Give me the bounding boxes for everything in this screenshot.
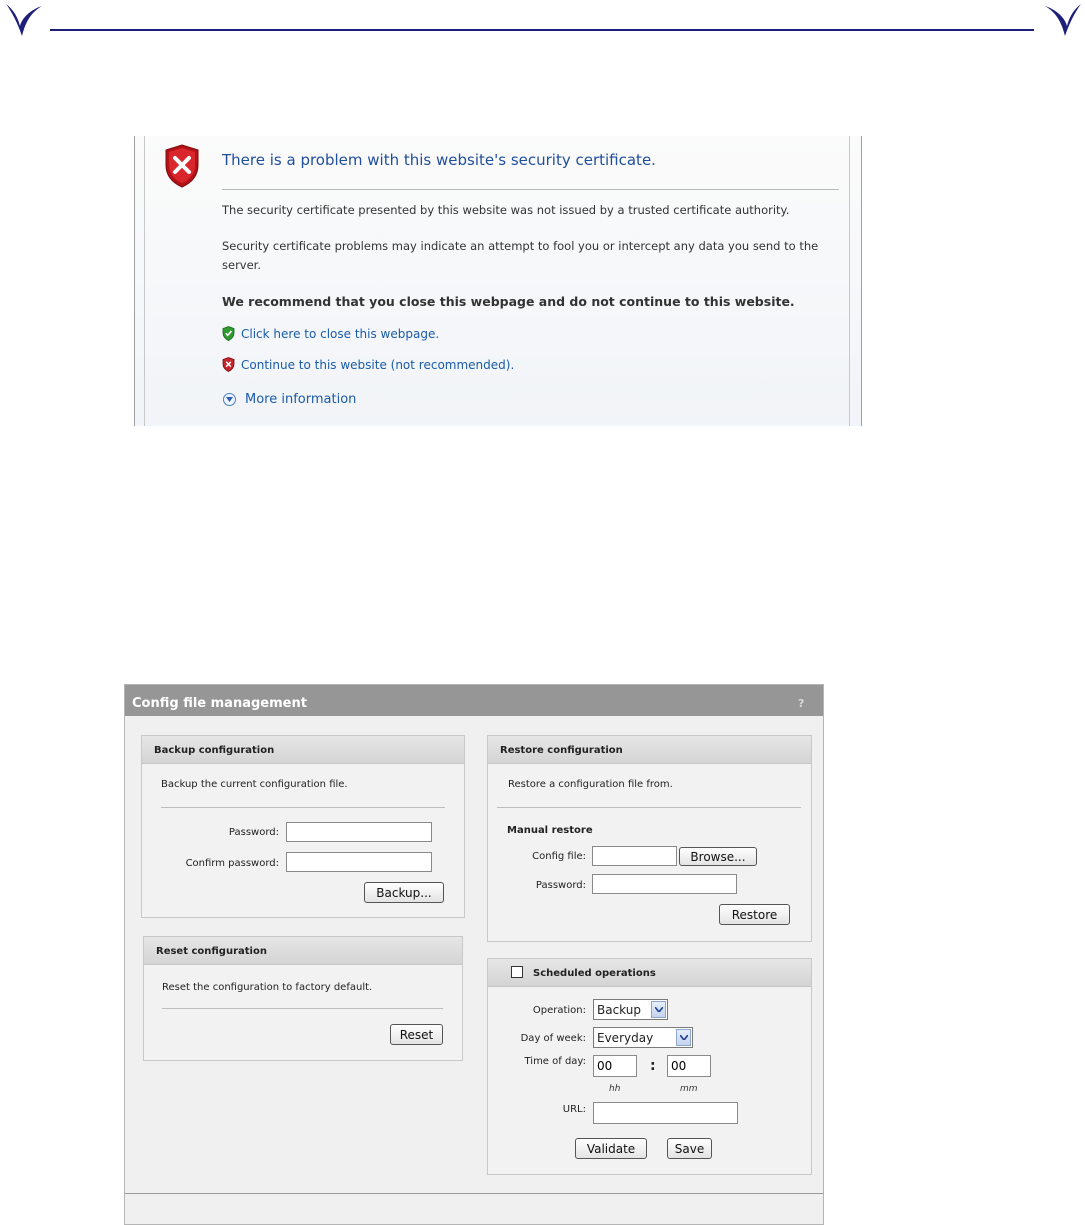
reset-title: Reset configuration bbox=[156, 946, 267, 957]
red-shield-icon bbox=[222, 357, 235, 372]
restore-configuration-panel: Restore configuration Restore a configur… bbox=[487, 735, 812, 942]
panel-header: Backup configuration bbox=[142, 736, 464, 764]
time-of-day-label: Time of day: bbox=[524, 1056, 586, 1067]
panel-header: Scheduled operations bbox=[488, 959, 811, 987]
error-title: There is a problem with this website's s… bbox=[222, 151, 656, 169]
help-button[interactable]: ? bbox=[798, 697, 804, 710]
confirm-password-label: Confirm password: bbox=[185, 858, 279, 869]
validate-button[interactable]: Validate bbox=[575, 1138, 647, 1159]
day-of-week-select[interactable]: Everyday bbox=[593, 1027, 693, 1048]
chevron-down-icon bbox=[676, 1029, 691, 1046]
reset-description: Reset the configuration to factory defau… bbox=[162, 982, 373, 993]
save-button[interactable]: Save bbox=[667, 1138, 712, 1159]
reset-button[interactable]: Reset bbox=[390, 1024, 443, 1045]
bird-logo-icon bbox=[1045, 4, 1081, 36]
day-of-week-label: Day of week: bbox=[520, 1033, 586, 1044]
green-shield-icon bbox=[222, 326, 235, 341]
operation-label: Operation: bbox=[532, 1005, 586, 1016]
minute-hint: mm bbox=[680, 1084, 698, 1094]
continue-website-link-text[interactable]: Continue to this website (not recommende… bbox=[241, 358, 514, 372]
divider bbox=[162, 1008, 443, 1009]
panel-header: Reset configuration bbox=[144, 937, 462, 965]
error-description: The security certificate presented by th… bbox=[222, 203, 790, 217]
footer-divider bbox=[125, 1193, 823, 1194]
reset-configuration-panel: Reset configuration Reset the configurat… bbox=[143, 936, 463, 1061]
chevron-down-icon bbox=[651, 1001, 666, 1018]
chevron-down-icon bbox=[223, 393, 236, 406]
backup-configuration-panel: Backup configuration Backup the current … bbox=[141, 735, 465, 918]
restore-button[interactable]: Restore bbox=[719, 904, 790, 925]
browse-button[interactable]: Browse... bbox=[679, 847, 757, 866]
backup-confirm-password-input[interactable] bbox=[286, 852, 432, 872]
scheduled-operations-checkbox[interactable] bbox=[511, 966, 523, 978]
backup-password-input[interactable] bbox=[286, 822, 432, 842]
config-file-input[interactable] bbox=[592, 846, 677, 866]
operation-value: Backup bbox=[597, 1002, 641, 1017]
panel-header: Config file management ? bbox=[125, 685, 823, 716]
hour-hint: hh bbox=[609, 1084, 621, 1094]
backup-button[interactable]: Backup... bbox=[364, 882, 444, 903]
close-webpage-link-text[interactable]: Click here to close this webpage. bbox=[241, 327, 439, 341]
password-label: Password: bbox=[535, 880, 586, 891]
page-title: Config file management bbox=[132, 696, 307, 711]
frame-edge bbox=[144, 136, 145, 426]
recommendation-text: We recommend that you close this webpage… bbox=[222, 294, 795, 309]
more-information-label[interactable]: More information bbox=[245, 392, 356, 407]
restore-password-input[interactable] bbox=[592, 874, 737, 894]
password-label: Password: bbox=[228, 827, 279, 838]
scheduled-title: Scheduled operations bbox=[533, 968, 656, 979]
divider bbox=[497, 807, 801, 808]
more-information-toggle[interactable]: More information bbox=[223, 392, 356, 407]
bird-logo-icon bbox=[6, 4, 42, 36]
error-shield-icon bbox=[165, 144, 199, 188]
backup-description: Backup the current configuration file. bbox=[161, 779, 348, 790]
operation-select[interactable]: Backup bbox=[593, 999, 668, 1020]
time-separator: : bbox=[650, 1058, 656, 1074]
frame-edge bbox=[849, 136, 850, 426]
hour-input[interactable] bbox=[593, 1055, 637, 1077]
url-input[interactable] bbox=[593, 1102, 738, 1124]
certificate-error-page: There is a problem with this website's s… bbox=[134, 136, 862, 426]
config-file-label: Config file: bbox=[532, 851, 586, 862]
restore-description: Restore a configuration file from. bbox=[508, 779, 673, 790]
restore-title: Restore configuration bbox=[500, 745, 623, 756]
panel-header: Restore configuration bbox=[488, 736, 811, 764]
scheduled-operations-panel: Scheduled operations Operation: Backup D… bbox=[487, 958, 812, 1175]
header-rule bbox=[50, 29, 1034, 31]
continue-website-link[interactable]: Continue to this website (not recommende… bbox=[222, 357, 514, 372]
config-file-management: Config file management ? Backup configur… bbox=[124, 684, 824, 1225]
minute-input[interactable] bbox=[667, 1055, 711, 1077]
divider bbox=[161, 807, 445, 808]
close-webpage-link[interactable]: Click here to close this webpage. bbox=[222, 326, 439, 341]
divider bbox=[222, 189, 839, 190]
manual-restore-title: Manual restore bbox=[507, 825, 593, 836]
url-label: URL: bbox=[562, 1104, 586, 1115]
error-warning: Security certificate problems may indica… bbox=[222, 239, 819, 272]
backup-title: Backup configuration bbox=[154, 745, 275, 756]
day-of-week-value: Everyday bbox=[597, 1030, 654, 1045]
